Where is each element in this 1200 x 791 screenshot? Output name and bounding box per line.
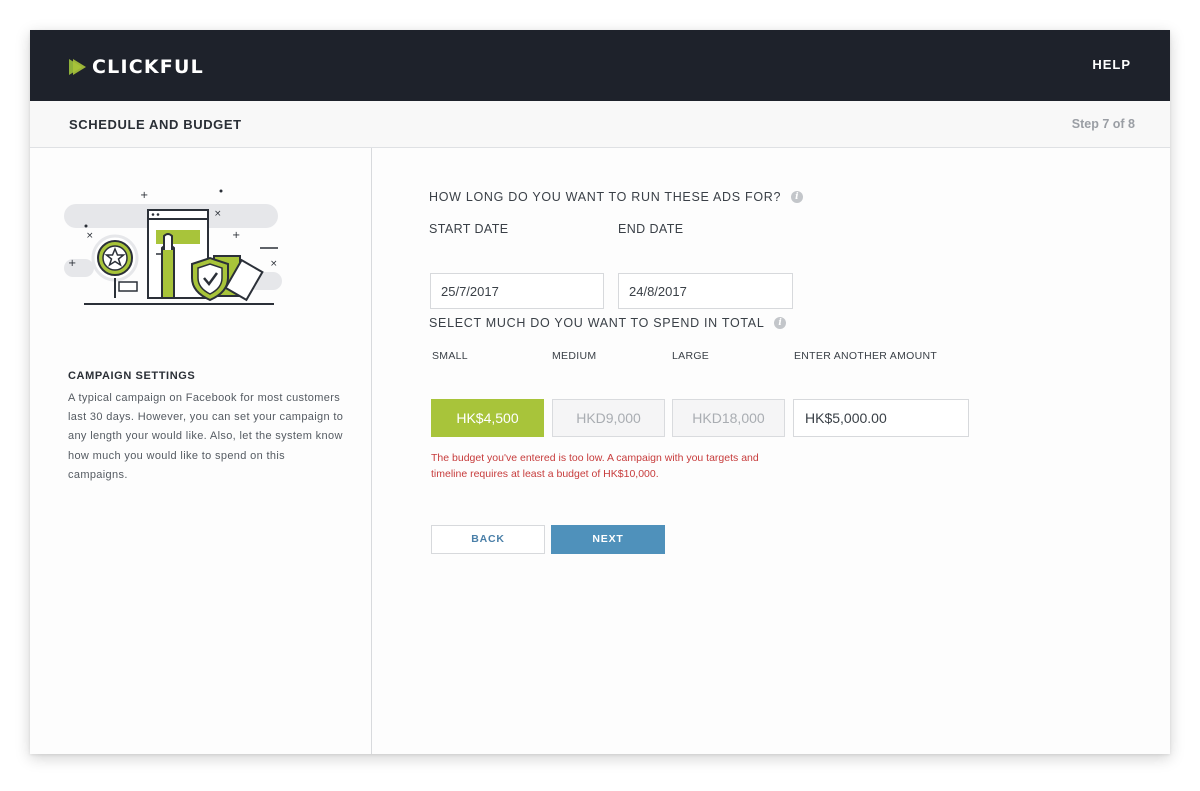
back-button[interactable]: BACK [431, 525, 545, 554]
budget-question-text: SELECT MUCH DO YOU WANT TO SPEND IN TOTA… [429, 316, 765, 330]
next-button[interactable]: NEXT [551, 525, 665, 554]
budget-error-line: timeline requires at least a budget of H… [431, 468, 659, 480]
app-window: CLICKFUL HELP SCHEDULE AND BUDGET Step 7… [30, 30, 1170, 754]
logo-play-icon [69, 59, 86, 75]
budget-question: SELECT MUCH DO YOU WANT TO SPEND IN TOTA… [429, 316, 787, 330]
schedule-question: HOW LONG DO YOU WANT TO RUN THESE ADS FO… [429, 190, 804, 204]
svg-text:×: × [270, 259, 278, 269]
custom-amount-input[interactable] [793, 399, 969, 437]
svg-text:+: + [68, 258, 76, 269]
custom-amount-label: ENTER ANOTHER AMOUNT [794, 350, 938, 362]
budget-option-medium[interactable]: HKD9,000 [552, 399, 665, 437]
svg-text:×: × [86, 231, 94, 241]
sub-header: SCHEDULE AND BUDGET Step 7 of 8 [30, 101, 1170, 148]
logo[interactable]: CLICKFUL [68, 56, 204, 78]
svg-text:+: + [140, 190, 148, 201]
campaign-illustration-icon: + × + × + × [64, 189, 282, 305]
end-date-input[interactable] [618, 273, 793, 309]
budget-error-message: The budget you've entered is too low. A … [431, 450, 791, 482]
info-icon[interactable]: i [791, 191, 804, 203]
info-icon[interactable]: i [774, 317, 787, 329]
logo-text: CLICKFUL [92, 56, 204, 78]
budget-option-label-small: SMALL [432, 350, 468, 362]
budget-option-label-large: LARGE [672, 350, 710, 362]
main-content: HOW LONG DO YOU WANT TO RUN THESE ADS FO… [372, 148, 1170, 754]
page-title: SCHEDULE AND BUDGET [69, 117, 242, 132]
sidebar-heading: CAMPAIGN SETTINGS [68, 370, 196, 382]
svg-text:+: + [232, 230, 240, 241]
budget-option-label-medium: MEDIUM [552, 350, 597, 362]
start-date-input[interactable] [430, 273, 604, 309]
svg-text:×: × [214, 209, 222, 219]
top-bar: CLICKFUL HELP [30, 30, 1170, 101]
sidebar-description: A typical campaign on Facebook for most … [68, 392, 344, 481]
sidebar: + × + × + × CAMPAIGN SETTINGS A typical … [30, 148, 372, 754]
step-indicator: Step 7 of 8 [1071, 117, 1135, 131]
schedule-question-text: HOW LONG DO YOU WANT TO RUN THESE ADS FO… [429, 190, 782, 204]
budget-option-small[interactable]: HK$4,500 [431, 399, 544, 437]
start-date-label: START DATE [429, 222, 509, 236]
help-link[interactable]: HELP [1092, 57, 1131, 72]
end-date-label: END DATE [618, 222, 684, 236]
budget-option-large[interactable]: HKD18,000 [672, 399, 785, 437]
budget-error-line: The budget you've entered is too low. A … [431, 452, 759, 464]
